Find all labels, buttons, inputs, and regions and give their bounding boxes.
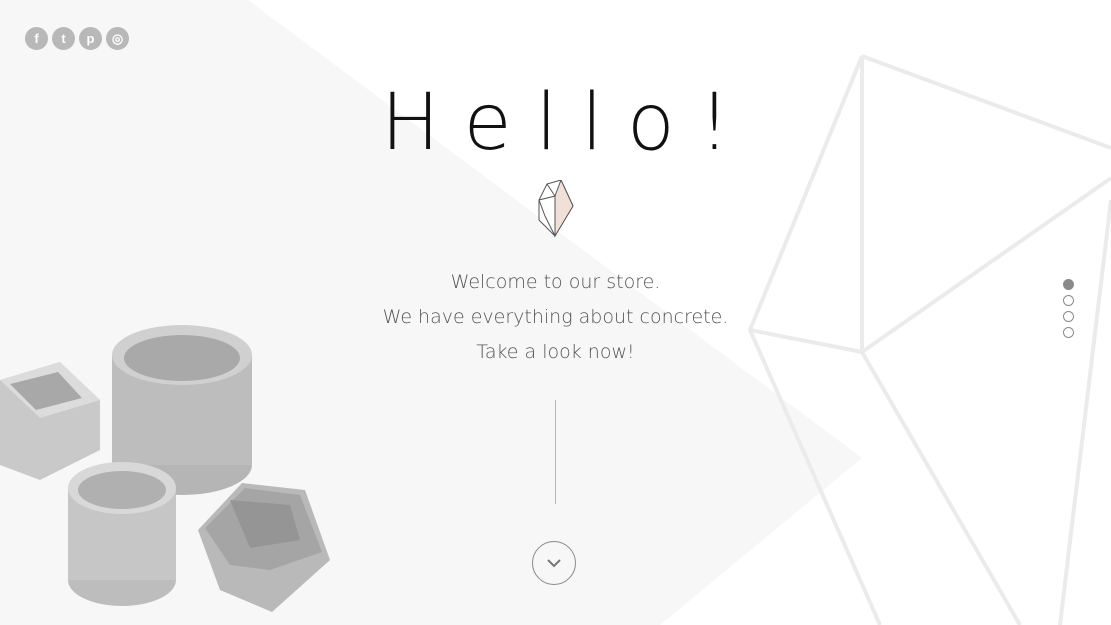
- chevron-down-icon: [547, 559, 561, 568]
- pinterest-icon[interactable]: p: [79, 27, 102, 50]
- welcome-line-1: Welcome to our store.: [450, 271, 661, 293]
- pager-dot-3[interactable]: [1063, 311, 1074, 322]
- pager-dot-2[interactable]: [1063, 295, 1074, 306]
- vertical-divider: [555, 400, 556, 504]
- instagram-icon[interactable]: ◎: [106, 27, 129, 50]
- social-links: f t p ◎: [25, 27, 129, 50]
- scroll-down-button[interactable]: [532, 541, 576, 585]
- gem-icon: [538, 180, 574, 238]
- welcome-line-2: We have everything about concrete.: [382, 306, 729, 328]
- welcome-text: Welcome to our store. We have everything…: [0, 265, 1111, 370]
- welcome-line-3: Take a look now!: [476, 341, 635, 363]
- section-pager: [1063, 279, 1074, 338]
- hero-title: Hello!: [381, 78, 754, 168]
- twitter-icon[interactable]: t: [52, 27, 75, 50]
- facebook-icon[interactable]: f: [25, 27, 48, 50]
- pager-dot-1[interactable]: [1063, 279, 1074, 290]
- pager-dot-4[interactable]: [1063, 327, 1074, 338]
